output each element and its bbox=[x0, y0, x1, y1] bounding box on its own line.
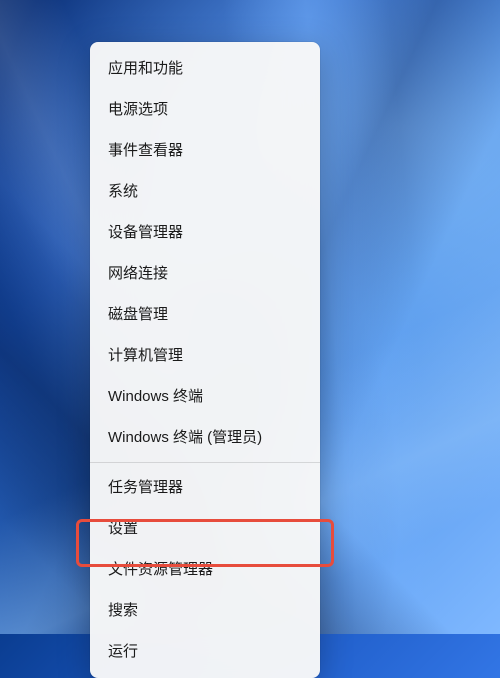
menu-item-run[interactable]: 运行 bbox=[90, 631, 320, 672]
menu-item-file-explorer[interactable]: 文件资源管理器 bbox=[90, 549, 320, 590]
menu-item-power-options[interactable]: 电源选项 bbox=[90, 89, 320, 130]
menu-item-computer-management[interactable]: 计算机管理 bbox=[90, 335, 320, 376]
menu-item-windows-terminal-admin[interactable]: Windows 终端 (管理员) bbox=[90, 417, 320, 458]
menu-item-task-manager[interactable]: 任务管理器 bbox=[90, 467, 320, 508]
menu-item-search[interactable]: 搜索 bbox=[90, 590, 320, 631]
menu-item-apps-features[interactable]: 应用和功能 bbox=[90, 48, 320, 89]
menu-item-disk-management[interactable]: 磁盘管理 bbox=[90, 294, 320, 335]
menu-item-system[interactable]: 系统 bbox=[90, 171, 320, 212]
menu-separator bbox=[90, 462, 320, 463]
menu-item-settings[interactable]: 设置 bbox=[90, 508, 320, 549]
menu-item-windows-terminal[interactable]: Windows 终端 bbox=[90, 376, 320, 417]
menu-item-network-connections[interactable]: 网络连接 bbox=[90, 253, 320, 294]
menu-item-event-viewer[interactable]: 事件查看器 bbox=[90, 130, 320, 171]
menu-item-device-manager[interactable]: 设备管理器 bbox=[90, 212, 320, 253]
winx-context-menu: 应用和功能 电源选项 事件查看器 系统 设备管理器 网络连接 磁盘管理 计算机管… bbox=[90, 42, 320, 678]
